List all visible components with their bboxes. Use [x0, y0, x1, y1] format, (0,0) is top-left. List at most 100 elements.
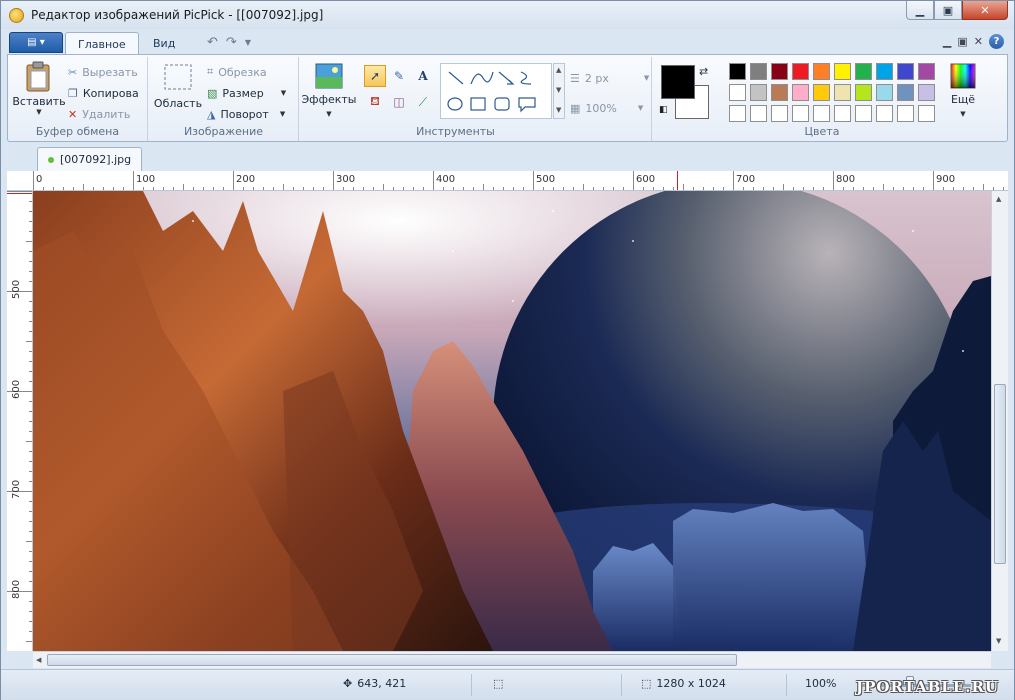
redo-icon[interactable]: ↷: [226, 35, 237, 50]
color-swatch[interactable]: [918, 63, 935, 80]
opacity-dropdown[interactable]: ▦ 100% ▼: [570, 99, 643, 117]
more-colors-dropdown-icon: ▼: [960, 110, 966, 118]
rotate-icon: ◮: [207, 107, 216, 121]
image-size-value: 1280 x 1024: [656, 677, 726, 690]
shapes-scroll-up-icon[interactable]: ▲: [556, 66, 561, 74]
ribbon-close-icon[interactable]: ✕: [974, 35, 983, 48]
color-swatch[interactable]: [750, 105, 767, 122]
color-swatch[interactable]: [729, 63, 746, 80]
color-swatch[interactable]: [771, 63, 788, 80]
line-width-dropdown[interactable]: ☰ 2 px ▼: [570, 69, 649, 87]
scroll-down-icon[interactable]: ▼: [996, 637, 1001, 645]
line-width-dropdown-icon: ▼: [643, 74, 650, 82]
color-swatch[interactable]: [897, 84, 914, 101]
ruler-tick: [833, 171, 834, 190]
color-swatch[interactable]: [792, 84, 809, 101]
color-swatch[interactable]: [876, 105, 893, 122]
horizontal-scroll-thumb[interactable]: [47, 654, 737, 666]
ellipse-shape-icon: [447, 97, 463, 111]
ruler-tick: [433, 171, 434, 190]
cut-button[interactable]: ✂ Вырезать: [68, 63, 138, 81]
tab-home[interactable]: Главное: [65, 32, 139, 55]
paste-icon: [26, 61, 50, 92]
color-swatch[interactable]: [771, 105, 788, 122]
primary-color-swatch-front[interactable]: [661, 65, 695, 99]
effects-button[interactable]: Эффекты ▼: [302, 63, 357, 118]
color-swatch[interactable]: [897, 63, 914, 80]
scroll-left-icon[interactable]: ◀: [36, 656, 41, 664]
vertical-scroll-thumb[interactable]: [994, 384, 1006, 564]
fill-tool[interactable]: ⛾: [364, 91, 386, 113]
ribbon-restore-icon[interactable]: ▣: [957, 35, 967, 48]
text-tool[interactable]: A: [412, 65, 434, 87]
color-swatch[interactable]: [834, 84, 851, 101]
color-swatch[interactable]: [750, 63, 767, 80]
ribbon-minimize-icon[interactable]: ▁: [943, 35, 951, 48]
area-select-button[interactable]: Область: [153, 63, 203, 110]
vertical-scrollbar[interactable]: ▲ ▼: [991, 191, 1008, 651]
color-swatch[interactable]: [918, 84, 935, 101]
ruler-tick: [133, 171, 134, 190]
status-separator: [786, 674, 787, 696]
color-swatch[interactable]: [918, 105, 935, 122]
paste-button[interactable]: Вставить ▼: [12, 61, 66, 116]
close-button[interactable]: ✕: [962, 1, 1008, 20]
scroll-up-icon[interactable]: ▲: [996, 195, 1001, 203]
undo-icon[interactable]: ↶: [207, 35, 218, 50]
ruler-tick: [26, 541, 32, 542]
minimize-icon: ▁: [915, 3, 925, 17]
shapes-scroll-down-icon[interactable]: ▼: [556, 86, 561, 94]
color-swatch[interactable]: [771, 84, 788, 101]
status-separator: [621, 674, 622, 696]
ruler-tick: [26, 641, 32, 642]
color-swatch[interactable]: [792, 63, 809, 80]
swap-colors-icon[interactable]: ⇄: [699, 65, 708, 78]
brush-tool[interactable]: ✎: [388, 65, 410, 87]
color-swatch[interactable]: [834, 105, 851, 122]
color-swatch[interactable]: [813, 63, 830, 80]
color-swatch[interactable]: [813, 105, 830, 122]
qat-dropdown-icon[interactable]: ▼: [245, 38, 251, 50]
color-swatch[interactable]: [876, 84, 893, 101]
zoom-level[interactable]: 100%: [805, 677, 836, 690]
more-colors-button[interactable]: Ещё ▼: [943, 63, 983, 118]
crop-button[interactable]: ⌗ Обрезка: [207, 63, 267, 81]
color-swatch[interactable]: [897, 105, 914, 122]
color-swatch[interactable]: [813, 84, 830, 101]
document-tab[interactable]: [007092].jpg: [37, 147, 143, 171]
ruler-label: 300: [336, 174, 356, 185]
color-swatch[interactable]: [729, 105, 746, 122]
color-swatch[interactable]: [876, 63, 893, 80]
resize-button[interactable]: ▧ Размер ▼: [207, 84, 286, 102]
copy-button[interactable]: ❐ Копирова: [68, 84, 139, 102]
color-swatch[interactable]: [855, 105, 872, 122]
color-swatch[interactable]: [750, 84, 767, 101]
image-canvas[interactable]: [33, 191, 991, 651]
color-picker-tool[interactable]: ⟋: [412, 91, 434, 113]
tab-view[interactable]: Вид: [141, 32, 187, 55]
maximize-button[interactable]: ▣: [934, 1, 962, 20]
color-swatch[interactable]: [855, 84, 872, 101]
color-swatch[interactable]: [792, 105, 809, 122]
eyedropper-icon: ⟋: [418, 94, 428, 109]
reset-colors-icon[interactable]: ◧: [659, 105, 668, 115]
selection-size-icon: ⬚: [493, 677, 504, 690]
select-tool[interactable]: ➚: [364, 65, 386, 87]
color-swatch[interactable]: [729, 84, 746, 101]
eraser-tool[interactable]: ◫: [388, 91, 410, 113]
rotate-button[interactable]: ◮ Поворот ▼: [207, 105, 285, 123]
ruler-tick: [383, 184, 384, 190]
delete-button[interactable]: ✕ Удалить: [68, 105, 130, 123]
shapes-expand-icon[interactable]: ▼: [556, 106, 561, 114]
color-swatch[interactable]: [855, 63, 872, 80]
shapes-scrollbar[interactable]: ▲ ▼ ▼: [553, 63, 565, 119]
selection-area-icon: [164, 64, 192, 90]
help-icon[interactable]: ?: [989, 34, 1004, 49]
minimize-button[interactable]: ▁: [906, 1, 934, 20]
line-width-value: 2 px: [584, 71, 609, 85]
file-menu-button[interactable]: ▤ ▾: [9, 32, 63, 53]
horizontal-scrollbar[interactable]: ◀: [33, 651, 991, 668]
paste-label: Вставить: [12, 95, 66, 108]
tools-group-label: Инструменты: [416, 125, 495, 138]
color-swatch[interactable]: [834, 63, 851, 80]
